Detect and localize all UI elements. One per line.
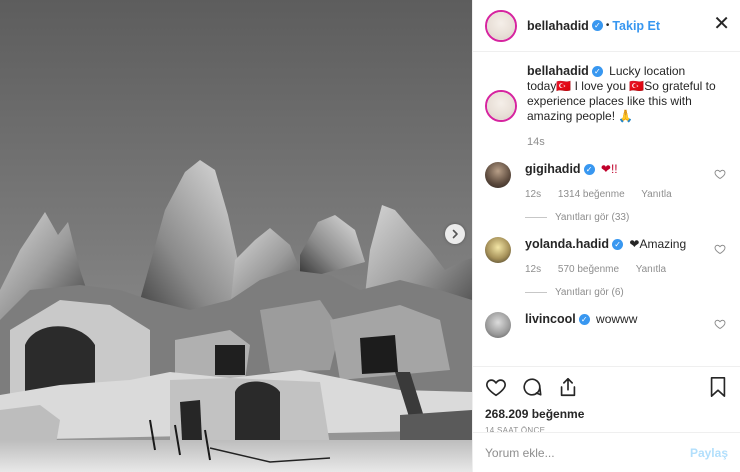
comment-input[interactable] xyxy=(485,445,690,460)
comment-likes[interactable]: 1314 beğenme xyxy=(558,189,625,200)
likes-count[interactable]: 268.209 beğenme xyxy=(485,407,728,421)
comment-time[interactable]: 12s xyxy=(525,264,541,275)
comment-item: gigihadid ✓ ❤!! 12s 1314 beğenme Yanıtla xyxy=(485,162,728,200)
verified-badge-icon: ✓ xyxy=(591,20,603,31)
bookmark-icon xyxy=(710,377,726,397)
comment-username[interactable]: gigihadid xyxy=(525,162,581,176)
avatar[interactable] xyxy=(485,9,517,42)
post-side-panel: bellahadid ✓ • Takip Et ✕ bellahadid ✓ Lu… xyxy=(472,0,740,472)
post-comment-button[interactable]: Paylaş xyxy=(690,446,728,460)
caption-username[interactable]: bellahadid xyxy=(527,64,589,78)
like-button[interactable] xyxy=(485,376,507,398)
reply-button[interactable]: Yanıtla xyxy=(636,264,666,275)
verified-badge-icon: ✓ xyxy=(612,239,624,251)
caption-avatar[interactable] xyxy=(485,90,517,122)
comment-text: wowww xyxy=(596,312,638,326)
caption-time[interactable]: 14s xyxy=(527,136,717,148)
caption-body: bellahadid ✓ Lucky location today🇹🇷 I lov… xyxy=(527,64,717,124)
share-icon xyxy=(560,377,576,397)
comment-item: livincool ✓ wowww xyxy=(485,312,728,338)
comment-text: ❤Amazing xyxy=(629,237,687,251)
post-caption: bellahadid ✓ Lucky location today🇹🇷 I lov… xyxy=(485,64,728,148)
comment-username[interactable]: yolanda.hadid xyxy=(525,237,609,251)
verified-badge-icon: ✓ xyxy=(583,164,595,176)
action-icons xyxy=(485,375,728,399)
heart-icon[interactable] xyxy=(714,168,726,180)
comment-avatar[interactable] xyxy=(485,162,511,188)
save-button[interactable] xyxy=(708,376,728,398)
post-photo[interactable] xyxy=(0,0,472,472)
reply-button[interactable]: Yanıtla xyxy=(641,189,671,200)
comment-item: yolanda.hadid ✓ ❤Amazing 12s 570 beğenme … xyxy=(485,237,728,275)
comment-avatar[interactable] xyxy=(485,237,511,263)
header-separator: • xyxy=(605,20,610,31)
share-button[interactable] xyxy=(557,376,579,398)
header-username[interactable]: bellahadid xyxy=(527,19,589,33)
comment-icon xyxy=(523,378,542,396)
comment-meta: 12s 1314 beğenme Yanıtla xyxy=(525,189,686,200)
comment-username[interactable]: livincool xyxy=(525,312,576,326)
verified-badge-icon: ✓ xyxy=(578,314,590,326)
view-replies[interactable]: Yanıtları gör (33) xyxy=(525,212,728,223)
next-photo-button[interactable] xyxy=(445,224,465,244)
follow-button[interactable]: Takip Et xyxy=(612,19,660,33)
comment-button[interactable] xyxy=(521,376,543,398)
comment-likes[interactable]: 570 beğenme xyxy=(558,264,619,275)
post-modal: bellahadid ✓ • Takip Et ✕ bellahadid ✓ Lu… xyxy=(0,0,740,472)
heart-icon[interactable] xyxy=(714,318,726,330)
chevron-right-icon xyxy=(452,229,458,239)
cappadocia-photo xyxy=(0,0,472,472)
replies-divider xyxy=(525,292,547,293)
comment-text: ❤!! xyxy=(600,162,618,176)
heart-icon xyxy=(486,379,506,397)
comment-meta: 12s 570 beğenme Yanıtla xyxy=(525,264,686,275)
view-replies[interactable]: Yanıtları gör (6) xyxy=(525,287,728,298)
add-comment-bar: Paylaş xyxy=(473,432,740,472)
post-actions: 268.209 beğenme 14 SAAT ÖNCE xyxy=(473,366,740,435)
verified-badge-icon: ✓ xyxy=(591,66,603,78)
view-replies-label[interactable]: Yanıtları gör (6) xyxy=(555,287,624,298)
replies-divider xyxy=(525,217,547,218)
comments-list[interactable]: bellahadid ✓ Lucky location today🇹🇷 I lov… xyxy=(473,52,740,366)
post-header: bellahadid ✓ • Takip Et ✕ xyxy=(473,0,740,52)
comment-time[interactable]: 12s xyxy=(525,189,541,200)
comment-avatar[interactable] xyxy=(485,312,511,338)
heart-icon[interactable] xyxy=(714,243,726,255)
close-icon[interactable]: ✕ xyxy=(713,14,730,34)
view-replies-label[interactable]: Yanıtları gör (33) xyxy=(555,212,629,223)
